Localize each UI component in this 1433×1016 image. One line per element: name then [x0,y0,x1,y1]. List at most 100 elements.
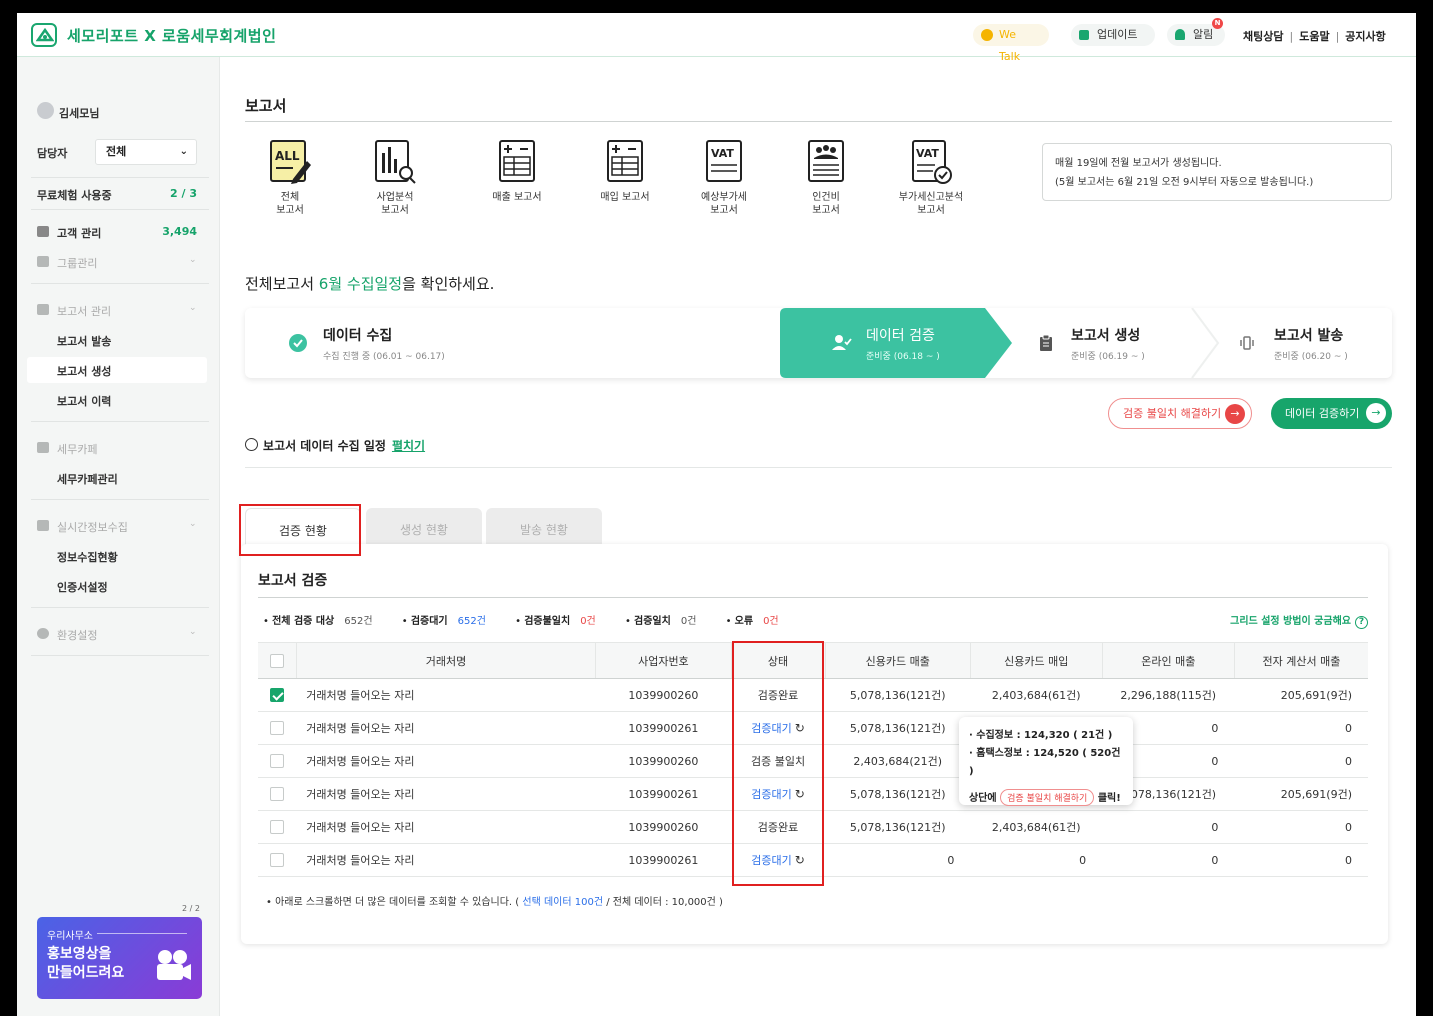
sidebar-item-realtime[interactable]: 실시간정보수집 ⌄ [37,519,197,535]
sidebar-item-report-send[interactable]: 보고서 발송 [57,333,111,349]
stat-error: • 오류 0건 [725,616,779,627]
report-label: 전체 보고서 [276,192,304,216]
step-data-verify: 데이터 검증 준비중 (06.18 ~ ) [780,308,1012,378]
wetalk-button[interactable]: We Talk [973,24,1049,63]
manager-select[interactable]: 전체 ⌄ [95,139,197,165]
column-header[interactable]: 신용카드 매출 [825,642,971,679]
stat-mismatch: • 검증불일치 0건 [515,616,596,627]
divider [31,283,209,284]
brand-name[interactable]: 세모리포트 X 로움세무회계법인 [67,25,276,46]
user-name: 김세모님 [59,107,100,120]
step-subtitle: 준비중 (06.18 ~ ) [866,352,940,362]
promo-divider [97,933,187,934]
row-checkbox[interactable] [270,787,285,801]
customer-label: 고객 관리 [57,227,102,240]
panel-divider [258,597,1368,598]
sidebar-item-settings[interactable]: 환경설정 ⌄ [37,627,197,643]
row-checkbox[interactable] [270,754,285,768]
title-divider [245,121,1392,122]
step-subtitle: 준비중 (06.19 ~ ) [1071,352,1145,362]
tab-create-status[interactable]: 생성 현황 [366,508,482,548]
biz-number-cell: 1039900261 [595,711,731,745]
grid-help-link[interactable]: 그리드 설정 방법이 궁금해요? [1230,612,1368,629]
customer-count: 3,494 [162,225,197,238]
divider [31,499,209,500]
stat-waiting: • 검증대기 652건 [401,616,486,627]
verify-data-button[interactable]: 데이터 검증하기 → [1271,398,1392,429]
active-item-highlight [27,357,207,383]
panel-title: 보고서 검증 [258,573,328,589]
help-link[interactable]: 도움말 [1299,30,1329,43]
promo-banner[interactable]: 우리사무소 홍보영상을 만들어드려요 [37,917,202,999]
step-subtitle: 수집 진행 중 (06.01 ~ 06.17) [323,352,445,362]
client-name-cell: 거래처명 들어오는 자리 [296,744,596,778]
arrow-right-icon: → [1225,404,1245,424]
report-purchase-button[interactable]: 매입 보고서 [580,139,670,204]
select-all-checkbox[interactable] [269,653,284,668]
card-sales-cell: 5,078,136(121건) [825,711,971,745]
sidebar-item-report-create[interactable]: 보고서 생성 [57,363,111,379]
report-business-button[interactable]: 사업분석 보고서 [350,139,440,217]
user-profile[interactable]: 김세모님 [37,102,100,121]
sidebar-item-tax-cafe[interactable]: 세무카페 [37,441,97,457]
sidebar-item-groups[interactable]: 그룹관리 ⌄ [37,255,197,271]
sidebar-item-customers[interactable]: 고객 관리 [37,225,101,241]
sidebar-item-tax-cafe-mgmt[interactable]: 세무카페관리 [57,471,118,487]
row-checkbox[interactable] [270,853,285,867]
resolve-mismatch-button[interactable]: 검증 불일치 해결하기 → [1108,398,1252,429]
brand-logo-icon[interactable] [31,23,57,47]
update-button[interactable]: 업데이트 [1071,24,1155,46]
report-labor-button[interactable]: 인건비 보고서 [781,139,871,217]
bar-chart-magnifier-icon [375,140,416,184]
row-checkbox[interactable] [270,688,285,702]
tooltip-action-suffix: 클릭! [1094,793,1121,804]
cafe-icon [37,442,49,453]
people-icon [37,226,49,237]
sidebar-item-cert-settings[interactable]: 인증서설정 [57,579,108,595]
clipboard-icon [1040,334,1052,351]
einvoice-sales-cell: 205,691(9건) [1234,678,1368,712]
card-sales-cell: 5,078,136(121건) [825,810,971,844]
avatar-icon [37,102,54,119]
mismatch-tooltip: · 수집정보 : 124,320 ( 21건 ) · 홈택스정보 : 124,5… [959,717,1133,806]
tab-send-status[interactable]: 발송 현황 [486,508,602,548]
row-checkbox[interactable] [270,820,285,834]
column-header[interactable]: 거래처명 [296,642,597,679]
expand-schedule-link[interactable]: 펼치기 [392,439,425,453]
sidebar-item-report-history[interactable]: 보고서 이력 [57,393,111,409]
tooltip-collected: 수집정보 : 124,320 ( 21건 ) [976,730,1113,741]
promo-small-text: 우리사무소 [47,931,93,942]
report-vat-estimate-button[interactable]: VAT 예상부가세 보고서 [679,139,769,217]
stat-value: 0건 [680,616,697,627]
card-sales-cell: 5,078,136(121건) [825,678,971,712]
verify-stats: • 전체 검증 대상 652건 • 검증대기 652건 • 검증불일치 0건 • 검증… [263,612,805,627]
stat-match: • 검증일치 0건 [624,616,697,627]
report-vat-analysis-button[interactable]: VAT 부가세신고분석 보고서 [886,139,976,217]
column-header[interactable]: 신용카드 매입 [970,642,1103,679]
divider [31,209,209,210]
user-check-icon [832,335,852,350]
einvoice-sales-cell: 0 [1234,711,1368,745]
report-all-button[interactable]: ALL 전체 보고서 [245,139,335,217]
labor-people-icon [808,140,844,182]
sidebar-item-report-mgmt[interactable]: 보고서 관리 ⌄ [37,303,197,319]
sidebar-item-collect-status[interactable]: 정보수집현황 [57,549,118,565]
row-checkbox[interactable] [270,721,285,735]
report-sales-button[interactable]: 매출 보고서 [472,139,562,204]
scroll-hint-prefix: 아래로 스크롤하면 더 많은 데이터를 조회할 수 있습니다. ( [275,897,523,908]
vat-document-icon: VAT [706,140,742,182]
biz-number-cell: 1039900261 [595,777,731,811]
row-select-cell [258,744,297,778]
notice-link[interactable]: 공지사항 [1345,30,1385,43]
settings-label: 환경설정 [57,629,98,642]
card-sales-cell[interactable]: 2,403,684(21건) [825,744,971,778]
column-header[interactable]: 전자 계산서 매출 [1234,642,1368,679]
divider [31,421,209,422]
notice-box: 매월 19일에 전월 보고서가 생성됩니다. (5월 보고서는 6월 21일 오… [1042,143,1392,201]
report-label: 매입 보고서 [600,192,650,203]
chat-consult-link[interactable]: 채팅상담 [1243,30,1283,43]
notice-line-1: 매월 19일에 전월 보고서가 생성됩니다. [1055,158,1222,169]
column-header[interactable]: 사업자번호 [595,642,732,679]
highlight-box-status-column [732,641,824,886]
column-header[interactable]: 온라인 매출 [1102,642,1235,679]
